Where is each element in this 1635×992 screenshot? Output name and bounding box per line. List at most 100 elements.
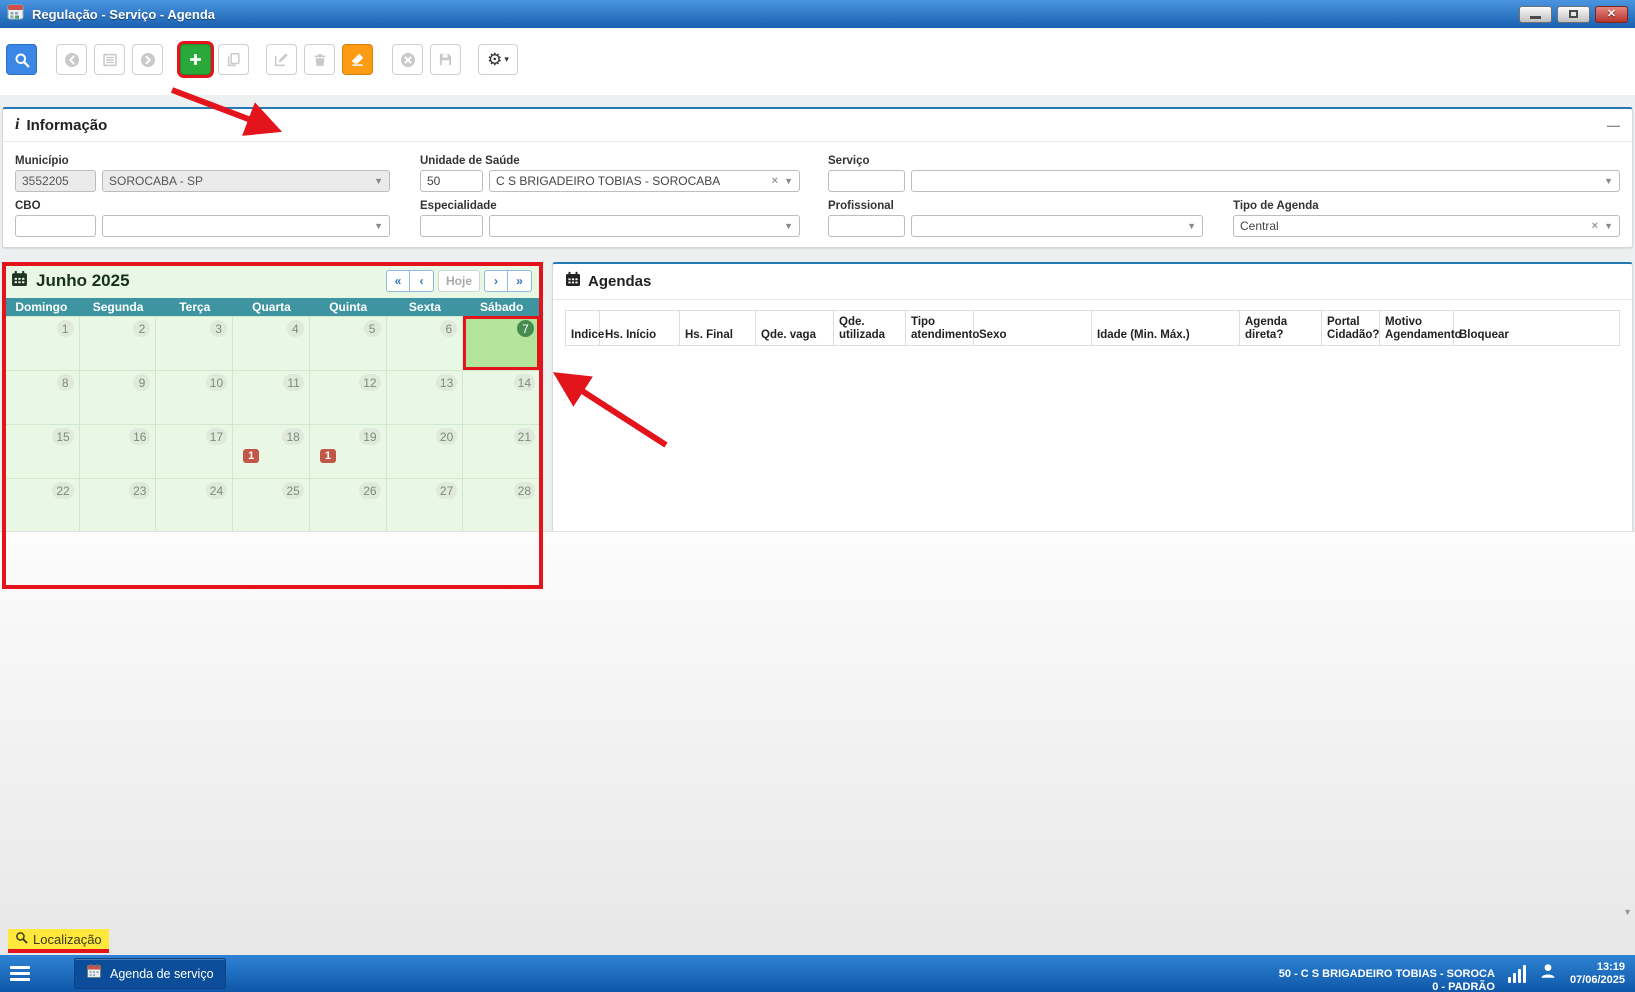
calendar-day-16[interactable]: 16 [80,424,157,478]
user-icon[interactable] [1539,962,1557,985]
calendar-day-18[interactable]: 181 [233,424,310,478]
calendar-day-20[interactable]: 20 [387,424,464,478]
day-number: 23 [129,482,150,499]
weekday-label: Segunda [80,298,157,316]
weekday-label: Domingo [3,298,80,316]
unidade-code-field[interactable] [420,170,483,192]
calendar-month-title: Junho 2025 [36,271,130,291]
calendar-day-27[interactable]: 27 [387,478,464,532]
agendas-column-header: Indice [566,311,600,345]
agendas-column-header: Idade (Min. Máx.) [1092,311,1240,345]
calendar-day-25[interactable]: 25 [233,478,310,532]
calendar-icon [565,271,581,292]
footer-area: Localização ▼ [0,531,1635,956]
servico-code-field[interactable] [828,170,905,192]
info-panel-title: Informação [26,117,107,134]
calendar-day-7[interactable]: 7 [463,316,540,370]
day-number: 22 [52,482,73,499]
day-number: 7 [517,320,534,337]
agendas-column-header: Bloquear [1454,311,1619,345]
toolbar-clear-button[interactable] [342,44,373,75]
calendar-day-26[interactable]: 26 [310,478,387,532]
especialidade-select[interactable]: ▼ [489,215,800,237]
info-collapse-icon[interactable]: — [1607,118,1620,133]
calendar-day-9[interactable]: 9 [80,370,157,424]
calendar-day-1[interactable]: 1 [3,316,80,370]
calendar-day-2[interactable]: 2 [80,316,157,370]
agenda-count-badge[interactable]: 1 [320,449,336,463]
taskbar-app-button[interactable]: Agenda de serviço [74,958,226,989]
municipio-select: SOROCABA - SP▼ [102,170,390,192]
weekday-label: Quinta [310,298,387,316]
toolbar-search-button[interactable] [6,44,37,75]
day-number: 19 [359,428,380,445]
calendar-day-19[interactable]: 19 1 [310,424,387,478]
cbo-code-field[interactable] [15,215,96,237]
day-number: 24 [206,482,227,499]
calendar-day-28[interactable]: 28 [463,478,540,532]
profissional-code-field[interactable] [828,215,905,237]
unidade-label: Unidade de Saúde [420,155,800,167]
municipio-code-field [15,170,96,192]
taskbar-unit-info: 50 - C S BRIGADEIRO TOBIAS - SOROCA 0 - … [1279,968,1495,992]
agendas-column-header: Hs. Início [600,311,680,345]
calendar-day-15[interactable]: 15 [3,424,80,478]
info-panel: i Informação — Município SOROCABA - SP▼ [2,107,1633,248]
cbo-select[interactable]: ▼ [102,215,390,237]
localizacao-link[interactable]: Localização [8,929,109,953]
calendar-day-14[interactable]: 14 [463,370,540,424]
agenda-count-badge[interactable]: 1 [243,449,259,463]
toolbar-previous-button [56,44,87,75]
toolbar-settings-button[interactable]: ⚙▾ [478,44,518,75]
calendar-next-year-button[interactable]: » [508,270,532,292]
day-number: 4 [287,320,304,337]
day-number: 5 [364,320,381,337]
toolbar-add-button[interactable] [180,44,211,75]
calendar-day-5[interactable]: 5 [310,316,387,370]
annotation-underline [8,949,109,953]
calendar-day-10[interactable]: 10 [156,370,233,424]
close-button[interactable]: ✕ [1595,6,1628,23]
day-number: 3 [210,320,227,337]
calendar-prev-year-button[interactable]: « [386,270,410,292]
taskbar-app-label: Agenda de serviço [110,967,214,981]
unidade-select[interactable]: C S BRIGADEIRO TOBIAS - SOROCABA×▼ [489,170,800,192]
profissional-select[interactable]: ▼ [911,215,1203,237]
calendar-icon [11,270,28,292]
calendar-day-3[interactable]: 3 [156,316,233,370]
calendar-today-button[interactable]: Hoje [438,270,480,292]
day-number: 2 [133,320,150,337]
maximize-button[interactable] [1557,6,1590,23]
servico-label: Serviço [828,155,1620,167]
minimize-button[interactable] [1519,6,1552,23]
servico-select[interactable]: ▼ [911,170,1620,192]
app-icon [7,4,25,25]
calendar-icon [86,963,102,984]
menu-icon[interactable] [10,966,30,981]
calendar-day-21[interactable]: 21 [463,424,540,478]
weekday-label: Sábado [463,298,540,316]
tipo-agenda-select[interactable]: Central×▼ [1233,215,1620,237]
especialidade-code-field[interactable] [420,215,483,237]
calendar-day-17[interactable]: 17 [156,424,233,478]
calendar-day-4[interactable]: 4 [233,316,310,370]
weekday-label: Quarta [233,298,310,316]
agendas-column-header: Motivo Agendamento [1380,311,1454,345]
search-icon [15,931,28,947]
info-icon: i [15,116,19,134]
calendar-day-24[interactable]: 24 [156,478,233,532]
calendar-day-12[interactable]: 12 [310,370,387,424]
weekday-label: Terça [156,298,233,316]
toolbar-list-button [94,44,125,75]
taskbar-clock: 13:19 07/06/2025 [1570,961,1625,987]
calendar-next-month-button[interactable]: › [484,270,508,292]
day-number: 27 [436,482,457,499]
calendar-day-6[interactable]: 6 [387,316,464,370]
calendar-day-22[interactable]: 22 [3,478,80,532]
calendar-day-23[interactable]: 23 [80,478,157,532]
calendar-prev-month-button[interactable]: ‹ [410,270,434,292]
calendar-day-13[interactable]: 13 [387,370,464,424]
calendar-day-11[interactable]: 11 [233,370,310,424]
scrollbar-arrow-icon[interactable]: ▼ [1623,907,1632,917]
calendar-day-8[interactable]: 8 [3,370,80,424]
